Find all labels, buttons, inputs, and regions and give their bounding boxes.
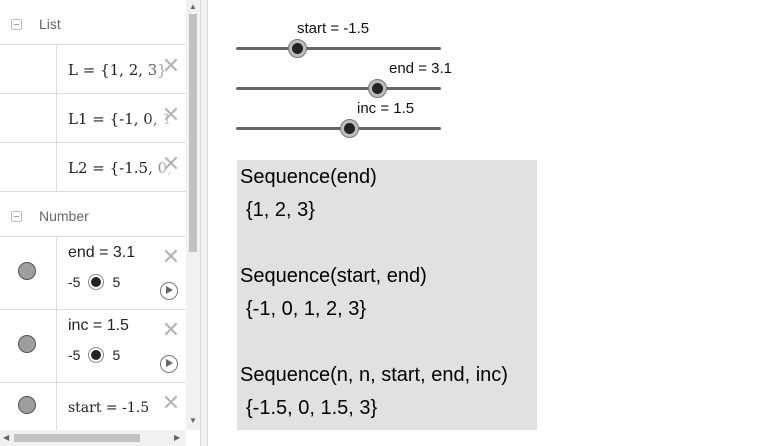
group-header-list[interactable]: List [0,6,186,42]
slider-label-end: end = 3.1 [389,60,452,77]
algebra-row-inc[interactable]: inc = 1.5 ✕ -5 5 [0,309,186,383]
marble-column [0,94,57,142]
slider-knob[interactable] [88,274,105,290]
visibility-marble-icon[interactable] [18,396,36,414]
result-text: {-1.5, 0, 1.5, 3} [246,397,378,419]
algebra-row-end[interactable]: end = 3.1 ✕ -5 5 [0,236,186,310]
algebra-item-text[interactable]: end = 3.1 [68,244,135,262]
slider-label-inc: inc = 1.5 [357,100,415,117]
slider-max-label: 5 [112,274,121,290]
slider-track-start[interactable] [236,47,441,50]
horizontal-scrollbar[interactable]: ◀ ▶ [0,430,186,446]
algebra-slider-inc[interactable]: -5 5 [68,347,120,363]
slider-track-end[interactable] [236,87,441,90]
algebra-item-text[interactable]: inc = 1.5 [68,317,129,335]
algebra-row-L1[interactable]: L1 = {-1, 0, 1, 2, 3} ✕ [0,93,200,143]
group-label-number: Number [39,208,89,224]
algebra-row-L[interactable]: L = {1, 2, 3} ✕ [0,44,186,94]
scroll-up-icon[interactable]: ▲ [189,2,197,11]
command-text: Sequence(end) [240,166,377,188]
scroll-left-icon[interactable]: ◀ [3,433,9,442]
slider-min-label: -5 [68,347,81,363]
delete-icon[interactable]: ✕ [160,153,182,175]
delete-icon[interactable]: ✕ [160,319,182,341]
vertical-scrollbar[interactable]: ▲ ▼ [186,0,200,430]
collapse-icon[interactable] [11,18,22,30]
result-text: {-1, 0, 1, 2, 3} [246,298,367,320]
slider-track-inc[interactable] [236,127,441,130]
delete-icon[interactable]: ✕ [160,55,182,77]
group-header-number[interactable]: Number [0,198,186,234]
command-text: Sequence(n, n, start, end, inc) [240,364,508,386]
delete-icon[interactable]: ✕ [160,246,182,268]
marble-column [0,143,57,191]
visibility-marble-icon[interactable] [18,262,36,280]
scrollbar-thumb[interactable] [14,434,140,442]
visibility-marble-icon[interactable] [18,335,36,353]
scrollbar-thumb[interactable] [189,14,197,252]
marble-column [0,237,57,309]
algebra-item-text[interactable]: start = -1.5 [68,400,149,416]
delete-icon[interactable]: ✕ [160,104,182,126]
result-text: {1, 2, 3} [246,199,315,221]
marble-column [0,310,57,382]
slider-min-label: -5 [68,274,81,290]
algebra-row-L2[interactable]: L2 = {-1.5, 0, 1.5, 3} ✕ [0,142,200,192]
slider-label-start: start = -1.5 [297,20,370,37]
sequence-text-box[interactable]: Sequence(end) {1, 2, 3} Sequence(start, … [237,160,537,430]
algebra-slider-end[interactable]: -5 5 [68,274,120,290]
algebra-view: List L = {1, 2, 3} ✕ L1 = {-1, 0, 1, 2, … [0,0,200,446]
command-text: Sequence(start, end) [240,265,427,287]
marble-column [0,45,57,93]
delete-icon[interactable]: ✕ [160,392,182,414]
slider-knob[interactable] [88,347,105,363]
collapse-icon[interactable] [11,210,22,222]
slider-max-label: 5 [112,347,121,363]
slider-knob-start[interactable] [287,39,307,58]
scroll-down-icon[interactable]: ▼ [189,416,197,425]
scroll-right-icon[interactable]: ▶ [174,433,180,442]
play-icon[interactable] [160,282,178,300]
panel-divider[interactable] [200,0,208,446]
play-icon[interactable] [160,355,178,373]
group-label-list: List [39,16,61,32]
